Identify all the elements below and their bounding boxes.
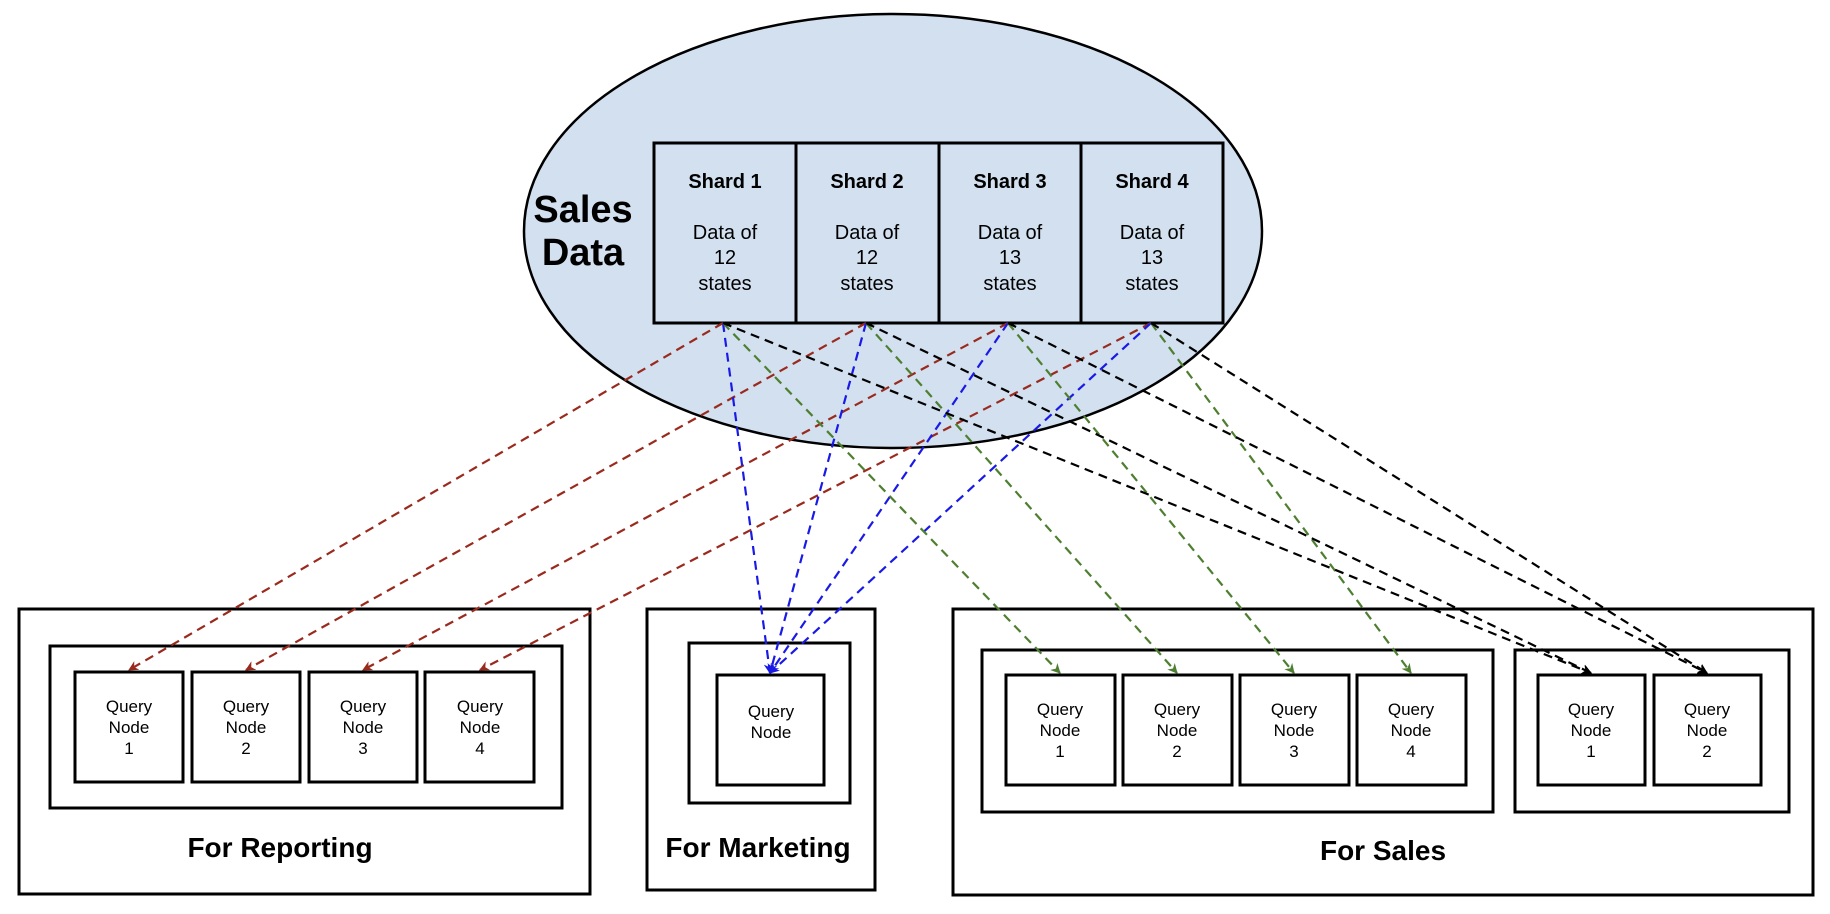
shard-3-line1: Data of — [978, 222, 1043, 244]
sales-b-query-node-1-line2: Node — [1571, 721, 1612, 740]
sales-a-query-node-2-line1: Query — [1154, 700, 1201, 719]
marketing-group-label: For Marketing — [665, 832, 850, 863]
sales-b-query-node-1-line1: Query — [1568, 700, 1615, 719]
sales-b-query-node-1-line3: 1 — [1586, 742, 1595, 761]
reporting-query-node-1: Query Node 1 — [73, 670, 185, 784]
reporting-group-label: For Reporting — [187, 832, 372, 863]
sales-data-title-line2: Data — [542, 232, 625, 274]
sales-a-query-node-1-line2: Node — [1040, 721, 1081, 740]
shard-3-title: Shard 3 — [973, 171, 1046, 193]
marketing-query-node-line1: Query — [748, 702, 795, 721]
sales-a-query-node-2-line3: 2 — [1172, 742, 1181, 761]
reporting-query-node-2-line2: Node — [226, 718, 267, 737]
sharding-diagram: Sales Data Shard 1 Data of 12 states Sha… — [17, 12, 1815, 897]
reporting-query-node-3-line2: Node — [343, 718, 384, 737]
sales-a-query-node-3-line1: Query — [1271, 700, 1318, 719]
sales-data-title-line1: Sales — [533, 189, 632, 231]
shard-1: Shard 1 Data of 12 states — [652, 141, 798, 325]
reporting-query-node-3-line1: Query — [340, 697, 387, 716]
sales-a-query-node-1-line1: Query — [1037, 700, 1084, 719]
shard-1-line2: 12 — [714, 247, 736, 269]
shard-4: Shard 4 Data of 13 states — [1079, 141, 1225, 325]
sales-a-query-node-4-line2: Node — [1391, 721, 1432, 740]
sales-a-query-node-3-line2: Node — [1274, 721, 1315, 740]
sales-data-store: Sales Data Shard 1 Data of 12 states Sha… — [522, 12, 1264, 450]
reporting-query-node-4: Query Node 4 — [423, 670, 536, 784]
reporting-query-node-1-line2: Node — [109, 718, 150, 737]
sales-group: Query Node 1 Query Node 2 Query Node 3 Q… — [951, 607, 1815, 897]
shard-2-line3: states — [840, 273, 893, 295]
shard-4-line3: states — [1125, 273, 1178, 295]
sales-a-query-node-2-line2: Node — [1157, 721, 1198, 740]
sales-b-query-node-2: Query Node 2 — [1652, 673, 1763, 787]
shard-2-title: Shard 2 — [830, 171, 903, 193]
sales-a-query-node-4-line3: 4 — [1406, 742, 1415, 761]
shard-4-line1: Data of — [1120, 222, 1185, 244]
shard-1-title: Shard 1 — [688, 171, 761, 193]
reporting-query-node-1-line3: 1 — [124, 739, 133, 758]
reporting-query-node-3-line3: 3 — [358, 739, 367, 758]
shard-3-line2: 13 — [999, 247, 1021, 269]
reporting-group: Query Node 1 Query Node 2 Query Node 3 Q… — [17, 607, 592, 896]
shard-1-line3: states — [698, 273, 751, 295]
reporting-query-node-4-line2: Node — [460, 718, 501, 737]
reporting-query-node-2-line1: Query — [223, 697, 270, 716]
shard-2-line2: 12 — [856, 247, 878, 269]
sales-group-label: For Sales — [1320, 835, 1446, 866]
sales-a-query-node-1-line3: 1 — [1055, 742, 1064, 761]
shard-3-line3: states — [983, 273, 1036, 295]
sales-b-query-node-1: Query Node 1 — [1536, 673, 1647, 787]
sales-a-query-node-4: Query Node 4 — [1355, 673, 1468, 787]
sales-a-query-node-4-line1: Query — [1388, 700, 1435, 719]
reporting-query-node-1-line1: Query — [106, 697, 153, 716]
sales-a-query-node-3-line3: 3 — [1289, 742, 1298, 761]
sales-b-query-node-2-line1: Query — [1684, 700, 1731, 719]
sales-b-query-node-2-line3: 2 — [1702, 742, 1711, 761]
reporting-query-node-2: Query Node 2 — [190, 670, 302, 784]
shard-4-line2: 13 — [1141, 247, 1163, 269]
marketing-query-node-line2: Node — [751, 723, 792, 742]
sales-a-query-node-3: Query Node 3 — [1238, 673, 1351, 787]
shard-1-line1: Data of — [693, 222, 758, 244]
shard-2: Shard 2 Data of 12 states — [794, 141, 941, 325]
sales-a-query-node-2: Query Node 2 — [1121, 673, 1234, 787]
reporting-query-node-2-line3: 2 — [241, 739, 250, 758]
shard-3: Shard 3 Data of 13 states — [937, 141, 1083, 325]
shard-2-line1: Data of — [835, 222, 900, 244]
reporting-query-node-4-line1: Query — [457, 697, 504, 716]
marketing-group: Query Node For Marketing — [645, 607, 877, 892]
sales-a-query-node-1: Query Node 1 — [1004, 673, 1117, 787]
reporting-query-node-3: Query Node 3 — [307, 670, 419, 784]
reporting-query-node-4-line3: 4 — [475, 739, 484, 758]
marketing-query-node: Query Node — [715, 673, 826, 787]
sales-b-query-node-2-line2: Node — [1687, 721, 1728, 740]
shard-4-title: Shard 4 — [1115, 171, 1189, 193]
